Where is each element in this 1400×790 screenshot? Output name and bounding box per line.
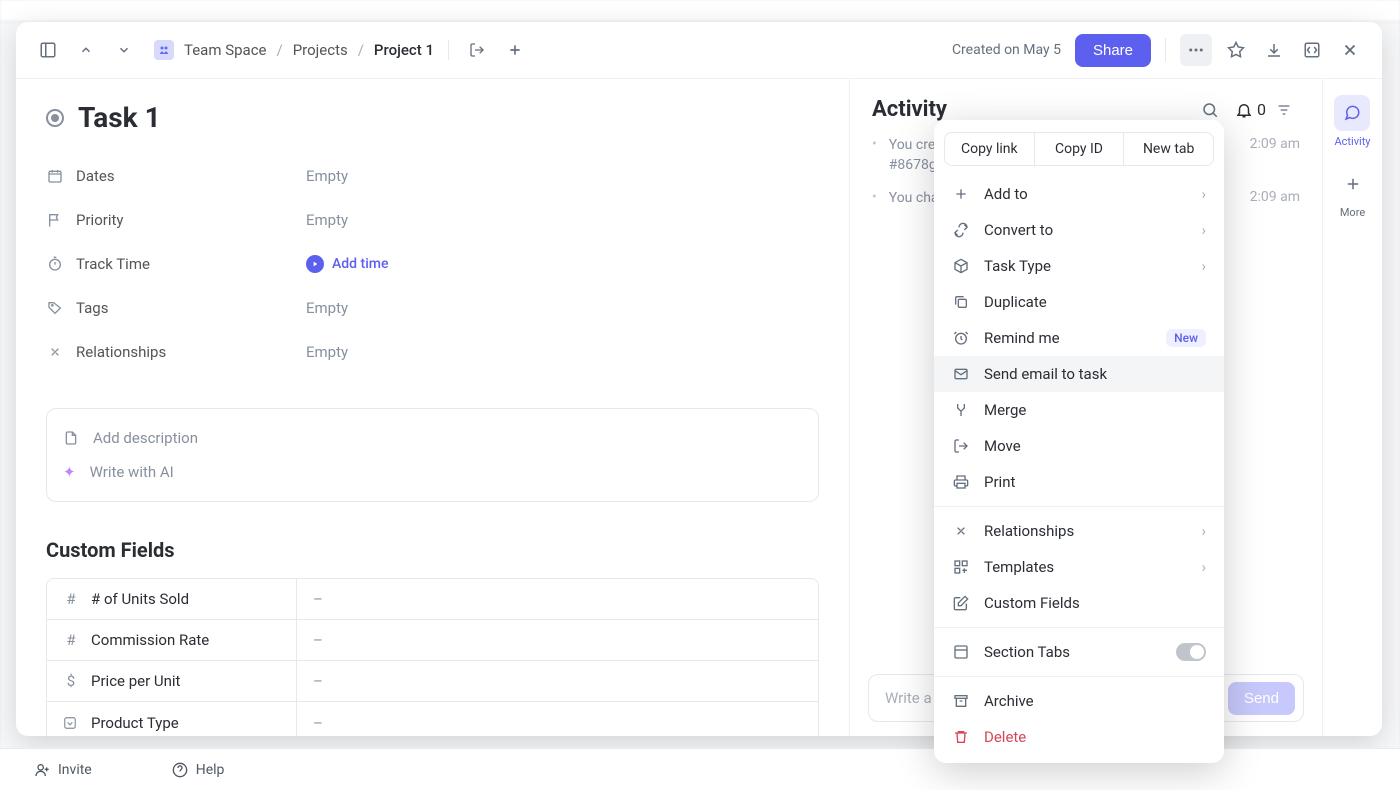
chevron-right-icon: ›: [1201, 185, 1206, 203]
breadcrumb: Team Space / Projects / Project 1: [154, 36, 529, 64]
custom-fields-title: Custom Fields: [46, 538, 819, 562]
menu-duplicate[interactable]: Duplicate: [934, 284, 1224, 320]
new-badge: New: [1166, 329, 1206, 347]
right-rail: Activity More: [1322, 79, 1382, 736]
tag-icon: [46, 300, 64, 316]
add-subtask-icon[interactable]: [501, 36, 529, 64]
menu-custom-fields[interactable]: Custom Fields: [934, 585, 1224, 621]
more-actions-button[interactable]: [1180, 34, 1212, 66]
templates-icon: [952, 559, 970, 575]
menu-relationships[interactable]: Relationships ›: [934, 513, 1224, 549]
custom-fields-table: ## of Units Sold – #Commission Rate – $P…: [46, 578, 819, 736]
notifications-count[interactable]: 0: [1235, 100, 1266, 119]
plus-icon: [1335, 166, 1371, 202]
copy-link-tab[interactable]: Copy link: [945, 133, 1035, 165]
move-task-icon[interactable]: [463, 36, 491, 64]
field-relationships[interactable]: Relationships Empty: [46, 332, 819, 372]
table-row[interactable]: Product Type –: [47, 702, 818, 736]
menu-delete[interactable]: Delete: [934, 719, 1224, 755]
menu-merge[interactable]: Merge: [934, 392, 1224, 428]
new-tab-tab[interactable]: New tab: [1124, 133, 1213, 165]
next-task-icon[interactable]: [110, 36, 138, 64]
trash-icon: [952, 729, 970, 745]
relationships-icon: [46, 344, 64, 360]
mail-icon: [952, 366, 970, 382]
field-track-time[interactable]: Track Time Add time: [46, 244, 819, 284]
chevron-right-icon: ›: [1201, 558, 1206, 576]
move-icon: [952, 438, 970, 454]
created-date: Created on May 5: [952, 42, 1061, 58]
toggle-sidebar-icon[interactable]: [34, 36, 62, 64]
share-button[interactable]: Share: [1075, 34, 1151, 67]
chevron-right-icon: ›: [1201, 257, 1206, 275]
field-priority[interactable]: Priority Empty: [46, 200, 819, 240]
table-row[interactable]: #Commission Rate –: [47, 620, 818, 661]
favorite-icon[interactable]: [1222, 36, 1250, 64]
cube-icon: [952, 258, 970, 274]
table-row[interactable]: ## of Units Sold –: [47, 579, 818, 620]
field-dates[interactable]: Dates Empty: [46, 156, 819, 196]
breadcrumb-project[interactable]: Project 1: [374, 41, 434, 59]
download-icon[interactable]: [1260, 36, 1288, 64]
main-pane: Task 1 Dates Empty Priority Empty Track …: [16, 79, 850, 736]
search-activity-icon[interactable]: [1201, 101, 1225, 119]
calendar-icon: [46, 168, 64, 184]
write-with-ai-button[interactable]: ✦ Write with AI: [63, 455, 802, 489]
merge-icon: [952, 402, 970, 418]
relationships-icon: [952, 523, 970, 539]
plus-icon: [952, 186, 970, 202]
doc-icon: [63, 430, 79, 446]
breadcrumb-space[interactable]: Team Space: [184, 41, 267, 59]
sparkle-icon: ✦: [63, 463, 76, 481]
field-tags[interactable]: Tags Empty: [46, 288, 819, 328]
archive-icon: [952, 693, 970, 709]
flag-icon: [46, 212, 64, 228]
invite-button[interactable]: Invite: [34, 762, 92, 778]
menu-add-to[interactable]: Add to ›: [934, 176, 1224, 212]
chevron-right-icon: ›: [1201, 221, 1206, 239]
rail-activity[interactable]: Activity: [1334, 95, 1370, 148]
print-icon: [952, 474, 970, 490]
layout-icon: [952, 644, 970, 660]
breadcrumb-projects[interactable]: Projects: [293, 41, 348, 59]
table-row[interactable]: $Price per Unit –: [47, 661, 818, 702]
menu-remind-me[interactable]: Remind me New: [934, 320, 1224, 356]
stopwatch-icon: [46, 256, 64, 272]
activity-title: Activity: [872, 97, 1191, 122]
add-description-button[interactable]: Add description: [63, 421, 802, 455]
chat-icon: [1334, 95, 1370, 131]
prev-task-icon[interactable]: [72, 36, 100, 64]
duplicate-icon: [952, 294, 970, 310]
modal-header: Team Space / Projects / Project 1 Create…: [16, 22, 1382, 79]
convert-icon: [952, 222, 970, 238]
help-button[interactable]: Help: [172, 762, 225, 778]
send-button[interactable]: Send: [1228, 682, 1295, 715]
menu-print[interactable]: Print: [934, 464, 1224, 500]
status-indicator[interactable]: [46, 109, 64, 127]
task-title[interactable]: Task 1: [78, 101, 161, 134]
context-menu: Copy link Copy ID New tab Add to › Conve…: [934, 120, 1224, 763]
menu-task-type[interactable]: Task Type ›: [934, 248, 1224, 284]
space-icon: [154, 40, 174, 60]
alarm-icon: [952, 330, 970, 346]
play-icon: [306, 255, 324, 273]
description-box: Add description ✦ Write with AI: [46, 408, 819, 502]
copy-id-tab[interactable]: Copy ID: [1035, 133, 1125, 165]
menu-section-tabs[interactable]: Section Tabs: [934, 634, 1224, 670]
menu-send-email[interactable]: Send email to task: [934, 356, 1224, 392]
filter-icon[interactable]: [1276, 102, 1300, 118]
chevron-right-icon: ›: [1201, 522, 1206, 540]
rail-more[interactable]: More: [1335, 166, 1371, 219]
expand-icon[interactable]: [1298, 36, 1326, 64]
add-time-button[interactable]: Add time: [306, 255, 388, 273]
edit-icon: [952, 595, 970, 611]
menu-convert-to[interactable]: Convert to ›: [934, 212, 1224, 248]
menu-move[interactable]: Move: [934, 428, 1224, 464]
close-icon[interactable]: [1336, 36, 1364, 64]
menu-archive[interactable]: Archive: [934, 683, 1224, 719]
menu-templates[interactable]: Templates ›: [934, 549, 1224, 585]
section-tabs-toggle[interactable]: [1176, 643, 1206, 661]
